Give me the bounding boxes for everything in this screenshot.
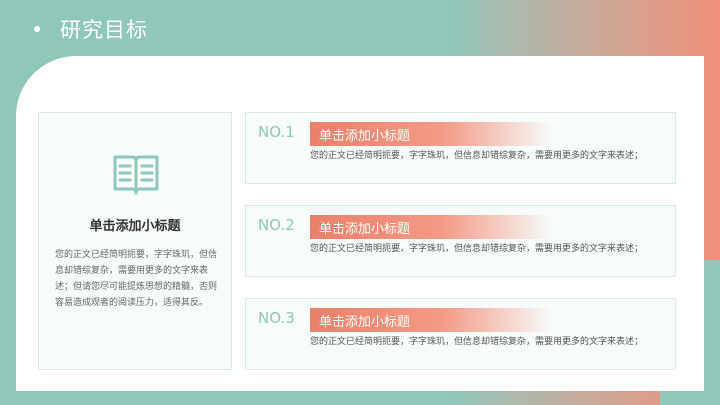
open-book-icon [113, 155, 159, 195]
goal-item-2[interactable]: NO.2 单击添加小标题 您的正文已经简明扼要，字字珠玑，但信息却错综复杂，需要… [245, 205, 676, 277]
slide-title[interactable]: 研究目标 [60, 14, 148, 44]
goal-description[interactable]: 您的正文已经简明扼要，字字珠玑，但信息却错综复杂，需要用更多的文字来表述； [310, 149, 666, 164]
goal-item-1[interactable]: NO.1 单击添加小标题 您的正文已经简明扼要，字字珠玑，但信息却错综复杂，需要… [245, 112, 676, 184]
goal-title-banner: 单击添加小标题 [310, 215, 552, 239]
goal-item-3[interactable]: NO.3 单击添加小标题 您的正文已经简明扼要，字字珠玑，但信息却错综复杂，需要… [245, 298, 676, 370]
bullet-icon [34, 26, 40, 32]
goal-title-banner: 单击添加小标题 [310, 122, 552, 146]
goal-title-banner: 单击添加小标题 [310, 308, 552, 332]
summary-title[interactable]: 单击添加小标题 [39, 215, 231, 234]
goal-title[interactable]: 单击添加小标题 [319, 125, 410, 144]
goal-description[interactable]: 您的正文已经简明扼要，字字珠玑，但信息却错综复杂，需要用更多的文字来表述； [310, 335, 666, 350]
goal-number: NO.1 [258, 123, 295, 141]
summary-body[interactable]: 您的正文已经简明扼要，字字珠玑，但信息却错综复杂，需要用更多的文字来表述；但请您… [55, 247, 217, 311]
summary-card[interactable]: 单击添加小标题 您的正文已经简明扼要，字字珠玑，但信息却错综复杂，需要用更多的文… [38, 112, 232, 370]
slide-header: 研究目标 [34, 14, 148, 44]
goal-number: NO.3 [258, 309, 295, 327]
goal-title[interactable]: 单击添加小标题 [319, 218, 410, 237]
goal-description[interactable]: 您的正文已经简明扼要，字字珠玑，但信息却错综复杂，需要用更多的文字来表述； [310, 242, 666, 257]
goal-title[interactable]: 单击添加小标题 [319, 311, 410, 330]
goal-number: NO.2 [258, 216, 295, 234]
